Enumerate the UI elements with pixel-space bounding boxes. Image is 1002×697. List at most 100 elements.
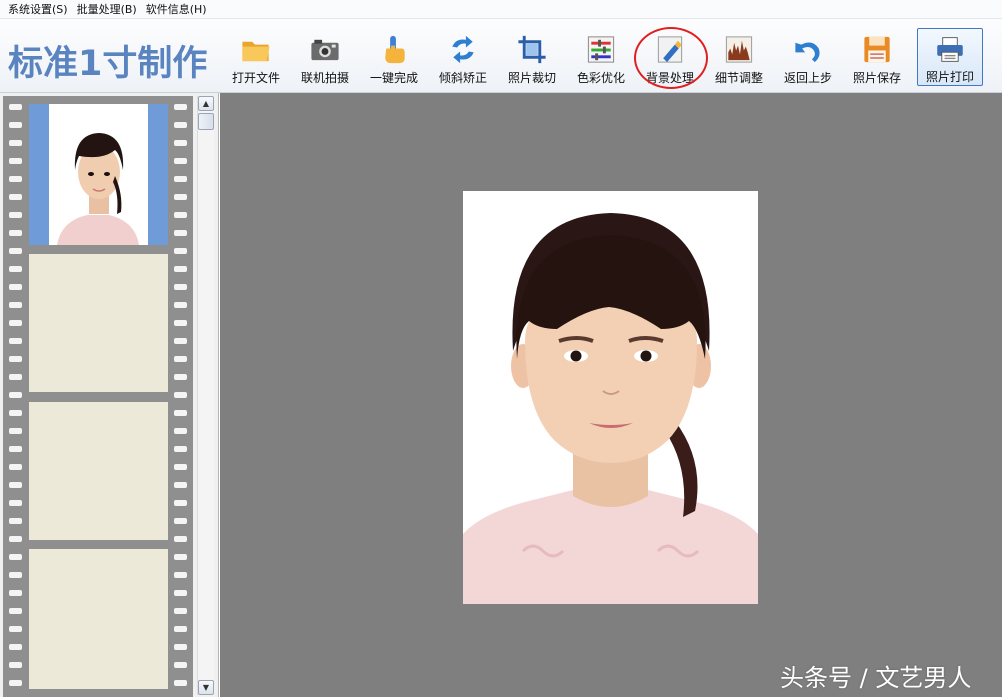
color-optimize-button[interactable]: 色彩优化 (568, 28, 634, 86)
thumbnail-frame-3[interactable] (29, 402, 168, 540)
film-perforation (9, 230, 22, 236)
film-perforation (9, 626, 22, 632)
film-perforation (174, 518, 187, 524)
film-perforation (174, 230, 187, 236)
rotate-arrows-icon (452, 35, 474, 64)
film-perforation (174, 356, 187, 362)
film-perforation (174, 374, 187, 380)
film-perforation (174, 266, 187, 272)
film-perforation (174, 338, 187, 344)
film-perforation (9, 644, 22, 650)
film-perforation (9, 590, 22, 596)
menu-bar: 系统设置(S) 批量处理(B) 软件信息(H) (0, 0, 1002, 19)
open-file-button[interactable]: 打开文件 (223, 28, 289, 86)
film-perforation (9, 266, 22, 272)
film-perforation (174, 572, 187, 578)
film-perforation (9, 302, 22, 308)
film-perforation (174, 608, 187, 614)
highlight-circle (634, 27, 708, 89)
undo-label: 返回上步 (783, 71, 832, 85)
film-perforation (9, 338, 22, 344)
film-perforation (174, 446, 187, 452)
toolbar: 标准1寸制作 打开文件 联机拍摄 一键完成 倾斜矫正 照片裁切 色彩优化 背景处… (0, 19, 1002, 93)
photo-crop-button[interactable]: 照片裁切 (499, 28, 565, 86)
film-perforation (9, 194, 22, 200)
film-perforation (174, 248, 187, 254)
undo-arrow-icon (795, 42, 820, 63)
thumbnail-frame-1[interactable] (29, 104, 168, 245)
film-perforation (174, 302, 187, 308)
film-perforation (9, 410, 22, 416)
film-perforation (174, 500, 187, 506)
photo-save-button[interactable]: 照片保存 (844, 28, 910, 86)
film-perforation (9, 428, 22, 434)
detail-adjust-label: 细节调整 (714, 71, 763, 85)
color-levels-icon (587, 36, 615, 63)
one-click-finish-label: 一键完成 (369, 71, 418, 85)
menu-software-info[interactable]: 软件信息(H) (146, 1, 207, 17)
film-perforation (9, 662, 22, 668)
color-optimize-label: 色彩优化 (576, 71, 625, 85)
film-perforation (9, 248, 22, 254)
film-perforation (9, 374, 22, 380)
camera-icon (311, 39, 339, 61)
photo-save-label: 照片保存 (852, 71, 901, 85)
film-perforation (174, 680, 187, 686)
film-perforation (174, 662, 187, 668)
film-perforation (9, 608, 22, 614)
thumbnail-scrollbar[interactable]: ▲ ▼ (197, 96, 214, 695)
filmstrip (3, 96, 193, 697)
film-perforation (174, 536, 187, 542)
film-perforation (9, 446, 22, 452)
film-perforation (9, 104, 22, 110)
film-perforation (9, 356, 22, 362)
thumbnail-portrait-image (29, 104, 168, 245)
tilt-correction-label: 倾斜矫正 (438, 71, 487, 85)
tethered-shoot-label: 联机拍摄 (300, 71, 349, 85)
film-perforation (174, 284, 187, 290)
film-perforation (174, 104, 187, 110)
film-perforation (174, 392, 187, 398)
film-perforation (9, 176, 22, 182)
film-perforation (174, 320, 187, 326)
film-perforation (9, 284, 22, 290)
photo-print-label: 照片打印 (925, 70, 974, 84)
undo-button[interactable]: 返回上步 (775, 28, 841, 86)
menu-system-settings[interactable]: 系统设置(S) (8, 1, 68, 17)
scroll-thumb[interactable] (198, 113, 214, 130)
film-perforation (9, 572, 22, 578)
tilt-correction-button[interactable]: 倾斜矫正 (430, 28, 496, 86)
histogram-icon (725, 36, 753, 63)
film-perforation (9, 554, 22, 560)
film-perforation (9, 500, 22, 506)
film-perforation (9, 518, 22, 524)
crop-icon (518, 35, 546, 64)
film-perforation (174, 212, 187, 218)
floppy-disk-icon (864, 36, 890, 63)
hand-pointer-icon (385, 35, 405, 64)
detail-adjust-button[interactable]: 细节调整 (706, 28, 772, 86)
photo-canvas: 头条号 / 文艺男人 (220, 93, 1002, 697)
scroll-down-arrow-icon[interactable]: ▼ (198, 680, 214, 695)
photo-crop-label: 照片裁切 (507, 71, 556, 85)
film-perforation (9, 680, 22, 686)
scroll-up-arrow-icon[interactable]: ▲ (198, 96, 214, 111)
film-perforation (9, 536, 22, 542)
thumbnail-frame-4[interactable] (29, 549, 168, 689)
main-portrait-photo[interactable] (463, 191, 758, 604)
film-perforation (174, 140, 187, 146)
film-perforation (174, 194, 187, 200)
app-title: 标准1寸制作 (8, 44, 208, 84)
film-perforation (9, 122, 22, 128)
film-perforation (174, 122, 187, 128)
tethered-shoot-button[interactable]: 联机拍摄 (292, 28, 358, 86)
open-file-label: 打开文件 (231, 71, 280, 85)
portrait-image (463, 191, 758, 604)
menu-batch-process[interactable]: 批量处理(B) (77, 1, 137, 17)
thumbnail-frame-2[interactable] (29, 254, 168, 392)
film-perforation (174, 554, 187, 560)
film-perforation (9, 482, 22, 488)
photo-print-button[interactable]: 照片打印 (917, 28, 983, 86)
film-perforation (174, 626, 187, 632)
one-click-finish-button[interactable]: 一键完成 (361, 28, 427, 86)
